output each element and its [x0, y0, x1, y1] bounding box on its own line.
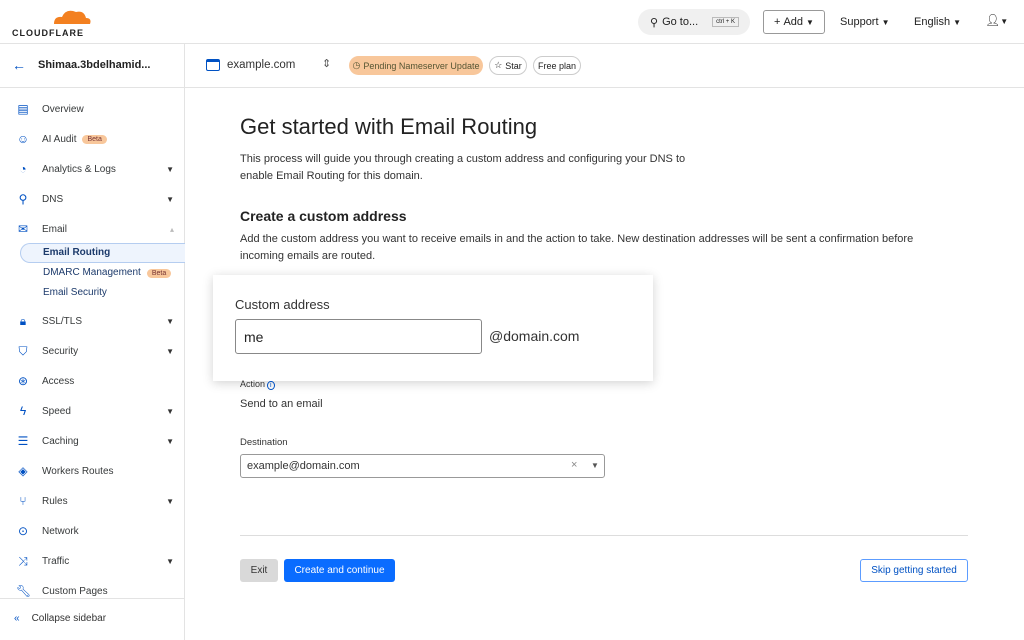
add-button[interactable]: + Add ▼: [763, 10, 825, 34]
sidebar-item-ssl-tls[interactable]: 🔒︎ SSL/TLS ▼: [16, 310, 184, 332]
wrench-icon: 🔧︎: [16, 584, 32, 598]
divider: [184, 44, 185, 88]
robot-icon: ☺: [16, 132, 30, 146]
chevron-down-icon[interactable]: ▼: [166, 165, 174, 174]
collapse-sidebar-button[interactable]: «Collapse sidebar: [14, 613, 106, 624]
domain-suffix: @domain.com: [489, 328, 580, 344]
chevron-down-icon[interactable]: ▼: [591, 461, 599, 470]
domain-name[interactable]: example.com: [227, 59, 295, 71]
plus-icon: +: [774, 16, 781, 28]
action-value: Send to an email: [240, 398, 323, 410]
intro-text: This process will guide you through crea…: [240, 153, 686, 182]
custom-address-input[interactable]: me: [235, 319, 482, 354]
beta-badge: Beta: [146, 269, 172, 278]
top-bar: CLOUDFLARE ⚲ Go to... ctrl + K + Add ▼ Sup…: [0, 0, 1024, 44]
workers-icon: ◈: [18, 464, 28, 478]
database-icon: ☰: [17, 434, 29, 448]
user-menu[interactable]: 👤︎▼: [985, 13, 1008, 27]
beta-badge: Beta: [82, 134, 107, 144]
divider: [0, 598, 184, 599]
clipboard-icon: ▤: [17, 102, 29, 116]
pie-chart-icon: ◔: [19, 162, 27, 176]
divider: [240, 535, 968, 536]
clear-icon[interactable]: ×: [571, 459, 577, 471]
chevron-down-icon[interactable]: ▼: [166, 497, 174, 506]
sidebar-item-rules[interactable]: ⑂ Rules ▼: [16, 490, 184, 512]
search-button[interactable]: ⚲ Go to... ctrl + K: [638, 9, 750, 35]
create-and-continue-button[interactable]: Create and continue: [284, 559, 395, 582]
chevron-down-icon[interactable]: ▼: [166, 347, 174, 356]
section-title: Create a custom address: [240, 208, 407, 224]
sidebar-item-speed[interactable]: ϟ Speed ▼: [16, 400, 184, 422]
chevron-down-icon: ▼: [1000, 17, 1009, 26]
sidebar-item-traffic[interactable]: ⤨ Traffic ▼: [16, 550, 184, 572]
skip-getting-started-button[interactable]: Skip getting started: [860, 559, 968, 582]
chevron-up-icon[interactable]: ▴: [170, 225, 174, 234]
browser-window-icon: [206, 59, 220, 71]
chevron-down-icon: ▼: [806, 17, 814, 27]
action-label: Action i: [240, 379, 275, 390]
custom-address-label: Custom address: [235, 297, 330, 312]
sidebar-item-caching[interactable]: ☰ Caching ▼: [16, 430, 184, 452]
destination-label: Destination: [240, 437, 288, 448]
support-menu[interactable]: Support ▼: [840, 16, 890, 28]
search-icon: ⚲: [650, 16, 659, 29]
sidebar-item-workers-routes[interactable]: ◈ Workers Routes: [16, 460, 184, 482]
envelope-icon: ✉: [17, 222, 29, 236]
section-description: Add the custom address you want to recei…: [240, 233, 914, 262]
chevron-down-icon: ▼: [953, 18, 962, 27]
shortcut-hint: ctrl + K: [712, 17, 739, 27]
pin-icon: ⊙: [17, 524, 29, 538]
star-button[interactable]: ☆ Star: [489, 56, 527, 75]
info-icon[interactable]: i: [267, 381, 275, 390]
sidebar-item-dmarc-management[interactable]: DMARC Management Beta: [43, 267, 172, 278]
double-chevron-left-icon: «: [14, 613, 20, 624]
access-icon: ⊛: [17, 374, 29, 388]
status-badge: ◷ Pending Nameserver Update: [349, 56, 483, 75]
user-icon: 👤︎: [985, 13, 1001, 27]
lock-icon: 🔒︎: [19, 313, 27, 328]
clock-icon: ◷: [352, 60, 361, 70]
sidebar-item-overview[interactable]: ▤ Overview: [16, 98, 184, 120]
chevron-down-icon[interactable]: ▼: [166, 195, 174, 204]
page-title: Get started with Email Routing: [240, 114, 538, 139]
sidebar-item-dns[interactable]: ⚲ DNS ▼: [16, 188, 184, 210]
sidebar: ▤ Overview ☺ AI Audit Beta ◔ Analytics & Logs ▼…: [0, 88, 185, 640]
sidebar-item-network[interactable]: ⊙ Network: [16, 520, 184, 542]
sidebar-item-email-routing[interactable]: Email Routing: [43, 247, 110, 258]
chevron-down-icon[interactable]: ▼: [166, 437, 174, 446]
account-name[interactable]: Shimaa.3bdelhamid...: [38, 59, 150, 71]
bolt-icon: ϟ: [19, 404, 27, 418]
exit-button[interactable]: Exit: [240, 559, 278, 582]
chevron-down-icon[interactable]: ▼: [166, 317, 174, 326]
star-icon: ☆: [494, 60, 503, 70]
destination-select[interactable]: example@domain.com × ▼: [240, 454, 605, 478]
sidebar-item-security[interactable]: ⛉ Security ▼: [16, 340, 184, 362]
sidebar-item-analytics-logs[interactable]: ◔ Analytics & Logs ▼: [16, 158, 184, 180]
chevron-down-icon: ▼: [881, 18, 890, 27]
network-tree-icon: ⚲: [18, 192, 28, 206]
zone-bar: ← Shimaa.3bdelhamid... example.com ⇕ ◷ Pe…: [0, 44, 1024, 88]
traffic-icon: ⤨: [18, 553, 28, 568]
sidebar-item-email-security[interactable]: Email Security: [43, 287, 107, 298]
back-arrow-icon[interactable]: ←: [12, 57, 26, 73]
chevron-down-icon[interactable]: ▼: [166, 407, 174, 416]
sidebar-item-email[interactable]: ✉ Email ▴: [16, 218, 184, 240]
shield-icon: ⛉: [18, 343, 28, 358]
plan-badge[interactable]: Free plan: [533, 56, 581, 75]
switch-zone-icon[interactable]: ⇕: [322, 57, 331, 70]
sidebar-item-access[interactable]: ⊛ Access: [16, 370, 184, 392]
chevron-down-icon[interactable]: ▼: [166, 557, 174, 566]
custom-address-card: Custom address me @domain.com: [213, 275, 653, 381]
language-menu[interactable]: English ▼: [914, 16, 961, 28]
sidebar-item-ai-audit[interactable]: ☺ AI Audit Beta: [16, 128, 184, 150]
fork-icon: ⑂: [19, 494, 27, 508]
cloud-logo-icon: [54, 10, 91, 24]
